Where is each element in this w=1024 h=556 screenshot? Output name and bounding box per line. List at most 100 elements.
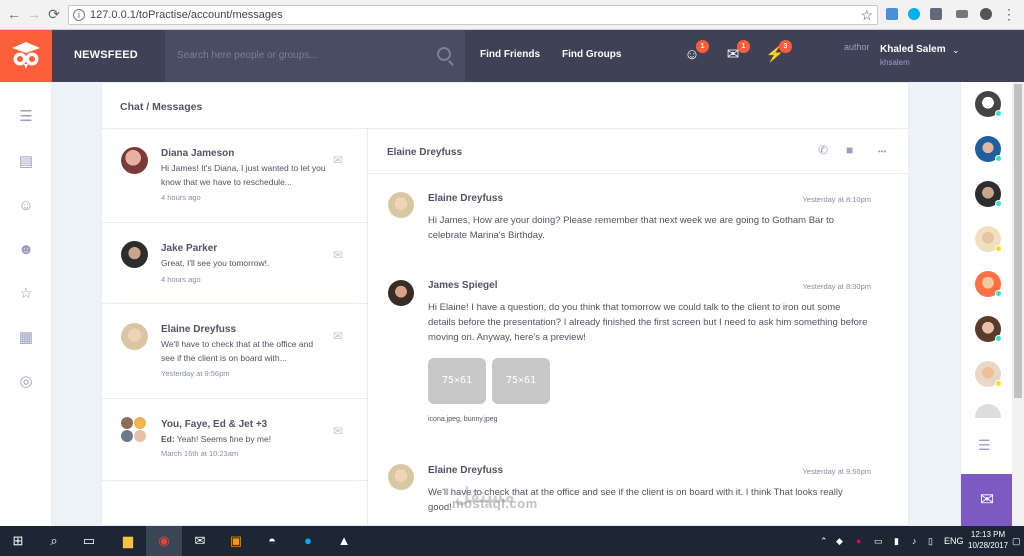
tray-app-icon[interactable]: ◆ [836,536,843,547]
chat-pane: Elaine Dreyfuss ✆ ■ ••• Elaine Dreyfuss … [368,129,908,527]
avatar[interactable]: author [844,42,874,52]
mail-icon[interactable]: ✉ [182,526,218,556]
address-bar[interactable]: i 127.0.0.1/toPractise/account/messages … [68,5,878,25]
fav-page-icon[interactable]: ☺ [16,196,36,216]
windows-taskbar: ⊞ ⌕ ▭ ▆ ◉ ✉ ▣ ◓ ● ▲ ⌃ ◆ ● ▭ ▮ ♪ ▯ ENG 12… [0,526,1024,556]
avatar[interactable] [975,361,1002,387]
find-groups-link[interactable]: Find Groups [562,49,621,60]
chevron-down-icon[interactable]: ⌄ [952,45,960,56]
skype-icon[interactable]: ● [290,526,326,556]
search-icon[interactable]: ⌕ [46,533,62,549]
action-center-icon[interactable]: ▢ [1012,536,1021,547]
left-sidebar: ☰ ▤ ☺ ☻ ☆ ▦ ◎ [0,82,52,526]
chat-bubble-icon: ✉ [333,248,344,262]
avatar[interactable] [975,271,1002,297]
notifications-badge: 3 [779,40,792,53]
url-text[interactable]: 127.0.0.1/toPractise/account/messages [90,9,283,21]
volume-icon[interactable]: ♪ [912,536,917,546]
logo[interactable] [0,30,52,82]
messages-badge: 1 [737,40,750,53]
star-icon[interactable]: ☆ [16,284,36,304]
image-thumbnail[interactable]: 75×61 [492,358,550,404]
language-indicator[interactable]: ENG [944,536,964,546]
badges-icon[interactable]: ◎ [16,372,36,392]
tray-red-icon[interactable]: ● [856,536,861,546]
find-friends-link[interactable]: Find Friends [480,49,540,60]
battery-icon[interactable]: ▭ [874,536,883,547]
message-author: Elaine Dreyfuss [428,465,504,476]
online-status-dot [995,200,1002,207]
list-item[interactable]: Elaine Dreyfuss We'll have to check that… [102,304,368,399]
online-status-dot [995,155,1002,162]
chrome-icon[interactable]: ◉ [146,526,182,556]
photos-icon[interactable]: ▲ [326,526,362,556]
task-view-icon[interactable]: ▭ [81,533,97,549]
message-author: James Spiegel [428,280,498,291]
messages-icon[interactable]: ✉ 1 [722,40,750,66]
kite-extension-icon[interactable] [930,8,942,20]
message-time: Yesterday at 8:10pm [802,195,871,204]
list-item[interactable]: Diana Jameson Hi James! It's Diana, I ju… [102,129,368,223]
phone-icon[interactable]: ✆ [818,143,828,157]
avatar[interactable] [975,226,1002,252]
search-icon[interactable] [437,47,451,61]
avatar[interactable] [975,404,1001,418]
list-item[interactable]: You, Faye, Ed & Jet +3 Ed: Yeah! Seems f… [102,399,368,481]
bookmark-star-icon[interactable]: ☆ [860,7,873,24]
page-scrollbar[interactable] [1012,82,1024,526]
avatar [121,323,148,350]
chat-bubble-icon: ✉ [333,153,344,167]
clock-date: 10/28/2017 [968,541,1009,550]
image-thumbnail[interactable]: 75×61 [428,358,486,404]
dropbox-extension-icon[interactable] [886,8,898,20]
watermark: mostaql.com [452,496,538,511]
friend-groups-icon[interactable]: ☻ [16,240,36,260]
online-status-dot [995,335,1002,342]
newsfeed-icon[interactable]: ▤ [16,152,36,172]
reload-icon[interactable]: ⟳ [46,6,62,22]
tray-chevron-icon[interactable]: ⌃ [820,536,828,547]
notification-tray-icon[interactable]: ▯ [928,536,933,547]
avatar [388,464,414,490]
avatar[interactable] [975,316,1002,342]
avatar [388,192,414,218]
friend-requests-icon[interactable]: ☺ 1 [681,40,709,66]
list-item[interactable]: Jake Parker Great, I'll see you tomorrow… [102,223,368,304]
attachment-names[interactable]: icona.jpeg, bunny.jpeg [428,416,498,423]
video-icon[interactable]: ■ [846,143,853,157]
conversation-preview: Great, I'll see you tomorrow!. [161,258,270,268]
more-icon[interactable]: ••• [878,147,886,156]
scrollbar-thumb[interactable] [1014,84,1022,398]
avatar[interactable] [975,136,1002,162]
windows-start-icon[interactable]: ⊞ [10,533,26,549]
back-icon[interactable]: ← [6,6,22,22]
notifications-icon[interactable]: ⚡ 3 [764,40,792,66]
friends-list-icon[interactable]: ☰ [978,437,991,454]
browser-menu-icon[interactable]: ⋮ [1002,6,1016,23]
user-name[interactable]: Khaled Salem [880,44,946,55]
open-chat-button[interactable]: ✉ [961,474,1013,526]
app-icon[interactable]: ◓ [254,526,290,556]
conversation-preview: Hi James! It's Diana, I just wanted to l… [161,163,326,187]
conversation-preview: We'll have to check that at the office a… [161,339,314,363]
search-input[interactable]: Search here people or groups... [165,30,465,82]
system-clock[interactable]: 12:13 PM 10/28/2017 [968,529,1008,551]
conversation-name: Jake Parker [161,243,218,254]
forward-icon[interactable]: → [26,6,42,22]
network-icon[interactable]: ▮ [894,536,899,547]
avatar[interactable] [975,181,1002,207]
cast-extension-icon[interactable] [956,10,968,18]
avatar [121,241,148,268]
calendar-icon[interactable]: ▦ [16,328,36,348]
message-time: Yesterday at 8:30pm [802,282,871,291]
message-text: Hi Elaine! I have a question, do you thi… [428,302,868,343]
search-placeholder: Search here people or groups... [177,50,318,61]
skype-extension-icon[interactable] [908,8,920,20]
menu-list-icon[interactable]: ☰ [16,107,36,127]
sublime-icon[interactable]: ▣ [218,526,254,556]
file-explorer-icon[interactable]: ▆ [110,526,146,556]
avatar[interactable] [975,91,1002,117]
attachment-previews: 75×61 75×61 [428,358,568,404]
profile-extension-icon[interactable] [980,8,992,20]
info-icon[interactable]: i [73,9,85,21]
